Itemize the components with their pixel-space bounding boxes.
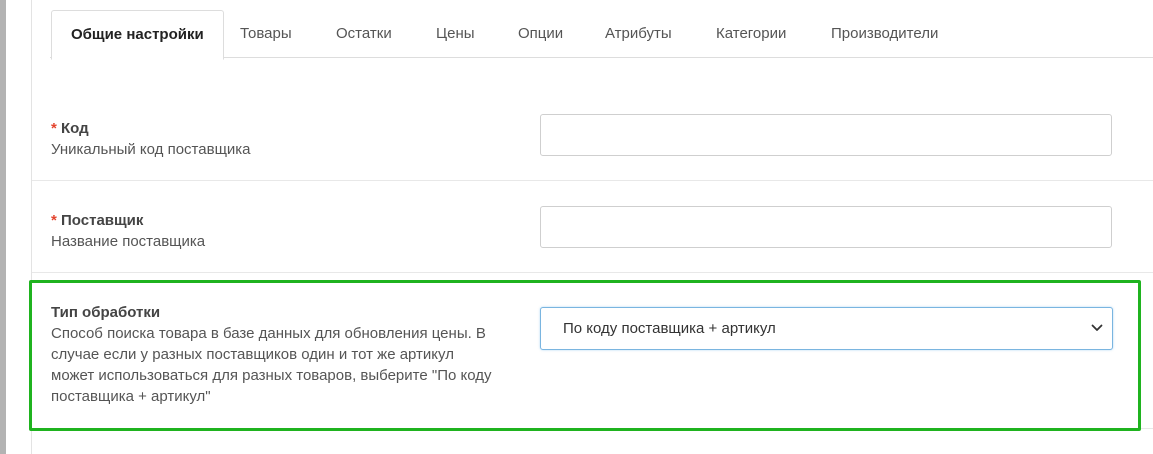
supplier-input[interactable] — [540, 206, 1112, 248]
code-label: * Код — [51, 118, 251, 139]
tab-stock[interactable]: Остатки — [336, 10, 392, 57]
tab-general-settings[interactable]: Общие настройки — [51, 10, 224, 60]
required-mark: * — [51, 120, 57, 137]
highlight-frame — [29, 280, 1141, 431]
row-divider — [32, 272, 1153, 273]
left-panel-edge — [0, 0, 6, 454]
code-help: Уникальный код поставщика — [51, 141, 251, 158]
supplier-label-block: * Поставщик Название поставщика — [51, 210, 205, 252]
tab-attributes[interactable]: Атрибуты — [605, 10, 672, 57]
code-title: Код — [61, 120, 89, 137]
supplier-title: Поставщик — [61, 212, 144, 229]
supplier-label: * Поставщик — [51, 210, 205, 231]
tab-options[interactable]: Опции — [518, 10, 563, 57]
tab-products[interactable]: Товары — [240, 10, 292, 57]
tab-manufacturers[interactable]: Производители — [831, 10, 938, 57]
code-label-block: * Код Уникальный код поставщика — [51, 118, 251, 160]
tab-categories[interactable]: Категории — [716, 10, 786, 57]
required-mark: * — [51, 212, 57, 229]
row-divider — [32, 180, 1153, 181]
tab-prices[interactable]: Цены — [436, 10, 475, 57]
code-input[interactable] — [540, 114, 1112, 156]
supplier-help: Название поставщика — [51, 233, 206, 250]
